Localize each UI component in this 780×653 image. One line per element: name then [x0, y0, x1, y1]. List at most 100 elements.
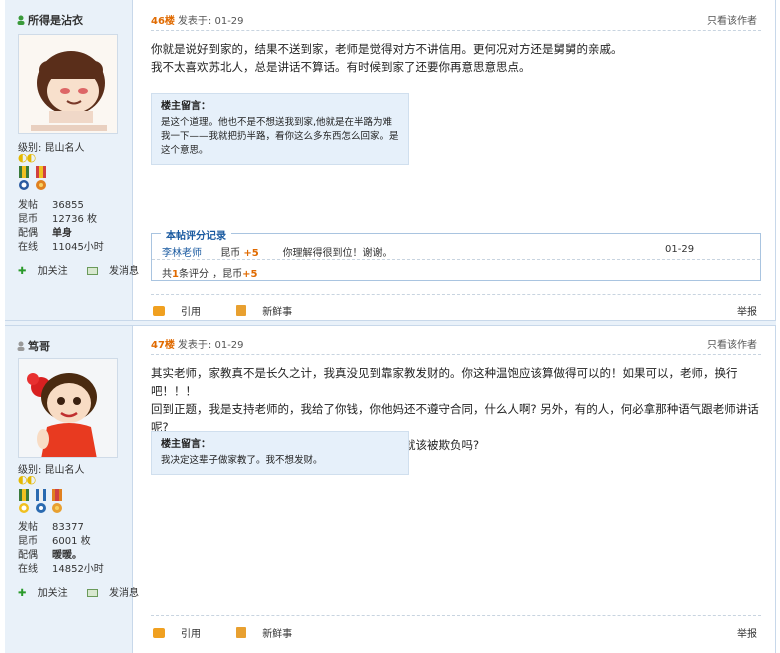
note-line: 我一下——我就把扔半路，看你这么多东西怎么回家。是 — [161, 131, 399, 142]
rating-row: 李林老师 昆币 +5 你理解得很到位！谢谢。 01-29 — [162, 244, 752, 259]
quote-button[interactable]: 引用 — [153, 625, 217, 640]
moon-icon: ◐◐ — [18, 473, 36, 486]
news-icon — [236, 627, 247, 638]
stat-row: 昆币 12736 枚 — [18, 213, 104, 227]
stat-key: 配偶 — [18, 228, 38, 239]
stat-value: 暖暖。 — [52, 550, 82, 561]
user-sidebar: 所得是沾衣 级别: 昆山名人 ◐◐ 发帖 36855 昆币 12736 枚 配偶… — [5, 0, 139, 320]
news-button[interactable]: 新鲜事 — [236, 625, 308, 640]
medal-icon[interactable] — [35, 489, 47, 517]
news-icon — [236, 305, 247, 316]
message-button[interactable]: 发消息 — [86, 584, 147, 599]
user-actions: ✚ 加关注 发消息 — [18, 584, 155, 599]
username[interactable]: 所得是沾衣 — [17, 12, 83, 28]
rating-user[interactable]: 李林老师 — [162, 244, 217, 259]
author-note: 楼主留言： 我决定这辈子做家教了。我不想发财。 — [151, 431, 409, 475]
medal-icon[interactable] — [51, 489, 63, 517]
stat-value: 83377 — [52, 522, 84, 533]
medal-icon[interactable] — [35, 166, 47, 194]
medal-icon[interactable] — [18, 489, 30, 517]
follow-label: 加关注 — [37, 266, 68, 277]
only-author-link[interactable]: 只看该作者 — [707, 336, 757, 351]
rating-amount: +5 — [243, 248, 259, 259]
stat-key: 昆币 — [18, 214, 38, 225]
forum-post: 所得是沾衣 级别: 昆山名人 ◐◐ 发帖 36855 昆币 12736 枚 配偶… — [5, 0, 776, 320]
stat-value: 6001 枚 — [52, 536, 91, 547]
content-line: 其实老师，家教真不是长久之计，我真没见到靠家教发财的。你这种温饱应该算做得可以的… — [151, 366, 738, 398]
stat-row: 配偶 单身 — [18, 227, 104, 241]
posted-time: 发表于: 01-29 — [177, 16, 244, 27]
user-stats: 发帖 36855 昆币 12736 枚 配偶 单身 在线 11045小时 — [18, 199, 104, 255]
author-note: 楼主留言： 是这个道理。他也不是不想送我到家,他就是在半路为难 我一下——我就把… — [151, 93, 409, 165]
user-sidebar: 笃哥 级别: 昆山名人 ◐◐ 发帖 83377 昆币 6001 枚 配偶 暖暖。… — [5, 326, 139, 653]
note-title: 楼主留言： — [161, 439, 211, 450]
rating-summary: 共1条评分 ，昆币+5 — [162, 265, 258, 280]
message-label: 发消息 — [108, 266, 139, 277]
stat-row: 发帖 36855 — [18, 199, 104, 213]
stat-key: 在线 — [18, 242, 38, 253]
follow-button[interactable]: ✚ 加关注 — [18, 584, 76, 599]
forum-post: 笃哥 级别: 昆山名人 ◐◐ 发帖 83377 昆币 6001 枚 配偶 暖暖。… — [5, 326, 776, 653]
stat-value: 14852小时 — [52, 564, 104, 575]
stat-key: 配偶 — [18, 550, 38, 561]
stat-row: 在线 14852小时 — [18, 563, 104, 577]
note-line: 是这个道理。他也不是不想送我到家,他就是在半路为难 — [161, 117, 393, 128]
stat-row: 配偶 暖暖。 — [18, 549, 104, 563]
floor-number[interactable]: 47楼 — [151, 340, 175, 351]
rating-currency: 昆币 — [220, 248, 241, 259]
post-main: 47楼 发表于: 01-29 只看该作者 其实老师，家教真不是长久之计，我真没见到… — [139, 326, 769, 653]
stat-value: 36855 — [52, 200, 84, 211]
avatar[interactable] — [18, 358, 118, 458]
summary-mid: 条评分 ，昆币 — [178, 269, 243, 280]
user-icon — [17, 341, 25, 351]
stat-key: 发帖 — [18, 200, 38, 211]
report-button[interactable]: 举报 — [737, 625, 757, 640]
follow-button[interactable]: ✚ 加关注 — [18, 262, 76, 277]
only-author-link[interactable]: 只看该作者 — [707, 12, 757, 27]
news-label: 新鲜事 — [262, 629, 293, 640]
note-line: 这个意思。 — [161, 145, 209, 156]
user-actions: ✚ 加关注 发消息 — [18, 262, 155, 277]
medal-list — [18, 489, 64, 519]
divider — [151, 30, 761, 31]
summary-pre: 共 — [162, 269, 172, 280]
stat-row: 在线 11045小时 — [18, 241, 104, 255]
plus-icon: ✚ — [18, 266, 27, 277]
rating-box: 李林老师 昆币 +5 你理解得很到位！谢谢。 01-29 共1条评分 ，昆币+5 — [151, 233, 761, 281]
avatar-image — [19, 35, 117, 133]
username[interactable]: 笃哥 — [17, 338, 50, 354]
envelope-icon — [86, 589, 98, 597]
news-button[interactable]: 新鲜事 — [236, 303, 308, 318]
medal-icon[interactable] — [18, 166, 30, 194]
content-line: 你就是说好到家的，结果不送到家，老师是觉得对方不讲信用。更何况对方还是舅舅的亲戚… — [151, 42, 623, 56]
stat-value: 11045小时 — [52, 242, 104, 253]
follow-label: 加关注 — [37, 588, 68, 599]
moon-icon: ◐◐ — [18, 151, 36, 164]
post-footer: 引用 新鲜事 — [153, 625, 324, 640]
divider — [151, 354, 761, 355]
post-meta: 46楼 发表于: 01-29 — [151, 12, 244, 27]
stat-value: 单身 — [52, 228, 72, 239]
post-footer: 引用 新鲜事 — [153, 303, 324, 318]
stat-key: 发帖 — [18, 522, 38, 533]
divider — [151, 615, 761, 616]
envelope-icon — [86, 267, 98, 275]
quote-icon — [153, 628, 165, 638]
avatar[interactable] — [18, 34, 118, 134]
message-button[interactable]: 发消息 — [86, 262, 147, 277]
quote-button[interactable]: 引用 — [153, 303, 217, 318]
medal-list — [18, 166, 48, 196]
report-button[interactable]: 举报 — [737, 303, 757, 318]
quote-label: 引用 — [181, 629, 201, 640]
avatar-image — [19, 359, 117, 457]
user-stats: 发帖 83377 昆币 6001 枚 配偶 暖暖。 在线 14852小时 — [18, 521, 104, 577]
summary-amount: +5 — [242, 269, 258, 280]
rating-comment: 你理解得很到位！谢谢。 — [282, 248, 393, 259]
posted-time: 发表于: 01-29 — [177, 340, 244, 351]
post-meta: 47楼 发表于: 01-29 — [151, 336, 244, 351]
floor-number[interactable]: 46楼 — [151, 16, 175, 27]
news-label: 新鲜事 — [262, 307, 293, 318]
stat-row: 昆币 6001 枚 — [18, 535, 104, 549]
divider — [152, 259, 760, 260]
summary-count: 1 — [172, 269, 179, 280]
